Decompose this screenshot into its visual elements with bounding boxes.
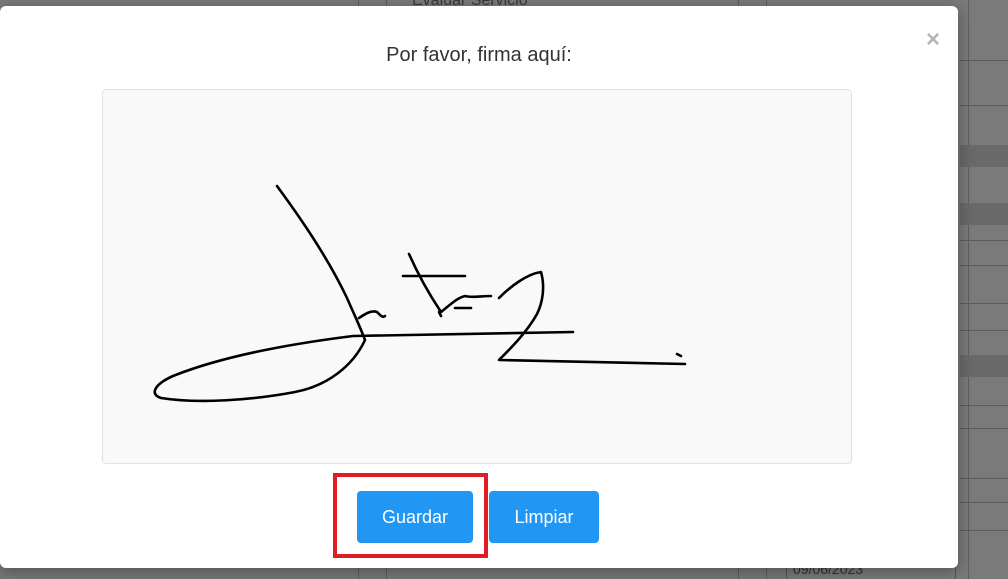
- background-divider: [968, 0, 969, 579]
- background-row: [960, 303, 1008, 304]
- signature-stroke: [357, 310, 387, 320]
- background-row: [960, 428, 1008, 429]
- background-row: [960, 502, 1008, 503]
- clear-button[interactable]: Limpiar: [489, 491, 599, 543]
- background-row: [960, 355, 1008, 377]
- background-row: [960, 478, 1008, 479]
- signature-stroke: [675, 352, 683, 358]
- background-row: [960, 105, 1008, 106]
- signature-stroke: [437, 310, 443, 318]
- signature-pad[interactable]: [102, 89, 852, 464]
- signature-stroke: [407, 252, 493, 314]
- signature-drawing: [153, 184, 687, 403]
- background-row: [960, 265, 1008, 266]
- modal-title: Por favor, firma aquí:: [386, 44, 572, 66]
- background-row: [960, 203, 1008, 225]
- background-row: [960, 60, 1008, 61]
- background-row: [960, 330, 1008, 331]
- signature-stroke: [153, 184, 575, 403]
- signature-modal: × Por favor, firma aquí: Guardar Limpiar: [0, 6, 958, 568]
- background-row: [960, 530, 1008, 531]
- background-row: [960, 145, 1008, 167]
- signature-stroke: [497, 270, 687, 366]
- save-button[interactable]: Guardar: [357, 491, 473, 543]
- background-row: [960, 240, 1008, 241]
- background-row: [960, 405, 1008, 406]
